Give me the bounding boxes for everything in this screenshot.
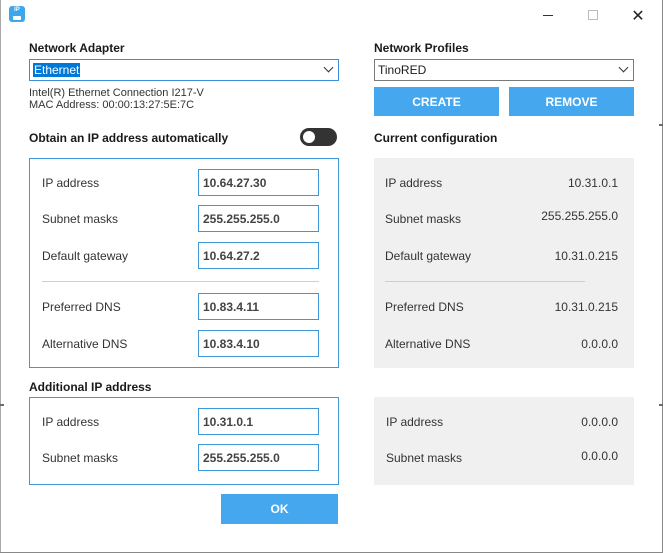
ok-button[interactable]: OK: [221, 494, 338, 524]
obtain-ip-automatically-label: Obtain an IP address automatically: [29, 131, 229, 145]
additional-current-ip-label: IP address: [386, 415, 444, 429]
current-ip-address-label: IP address: [385, 176, 443, 190]
subnet-mask-label: Subnet masks: [42, 212, 119, 226]
additional-ip-heading: Additional IP address: [29, 380, 152, 394]
panel-divider: [385, 281, 585, 282]
additional-subnet-mask-field[interactable]: 255.255.255.0: [198, 444, 319, 471]
current-ip-address-value: 10.31.0.1: [567, 176, 618, 190]
network-profile-value: TinoRED: [378, 63, 427, 77]
maximize-button[interactable]: [570, 0, 616, 30]
close-button[interactable]: ✕: [615, 0, 661, 30]
current-preferred-dns-label: Preferred DNS: [385, 300, 464, 314]
adapter-description: Intel(R) Ethernet Connection I217-V: [29, 87, 204, 99]
panel-divider: [42, 281, 319, 282]
default-gateway-label: Default gateway: [42, 249, 129, 263]
network-profiles-heading: Network Profiles: [374, 41, 469, 55]
edge-tick: [659, 404, 663, 406]
chevron-down-icon: [618, 62, 629, 73]
additional-current-ip-value: 0.0.0.0: [581, 415, 618, 429]
network-app-icon: IP: [9, 6, 25, 22]
chevron-down-icon: [323, 62, 334, 73]
remove-profile-button[interactable]: REMOVE: [509, 87, 634, 116]
subnet-mask-field[interactable]: 255.255.255.0: [198, 205, 319, 232]
window-left-edge: [0, 0, 1, 553]
alternative-dns-field[interactable]: 10.83.4.10: [198, 330, 319, 357]
close-icon: ✕: [631, 5, 645, 25]
minimize-button[interactable]: [525, 0, 571, 30]
current-default-gateway-label: Default gateway: [385, 249, 472, 263]
additional-subnet-mask-label: Subnet masks: [42, 451, 119, 465]
ip-address-label: IP address: [42, 176, 100, 190]
network-adapter-value: Ethernet: [33, 63, 81, 77]
current-preferred-dns-value: 10.31.0.215: [554, 300, 618, 314]
minimize-icon: [543, 14, 553, 16]
edge-tick: [659, 124, 663, 126]
current-alternative-dns-label: Alternative DNS: [385, 337, 471, 351]
default-gateway-field[interactable]: 10.64.27.2: [198, 242, 319, 269]
maximize-icon: [588, 10, 598, 20]
current-default-gateway-value: 10.31.0.215: [554, 249, 618, 263]
create-profile-button[interactable]: CREATE: [374, 87, 499, 116]
current-subnet-mask-value: 255.255.255.0: [541, 209, 618, 223]
toggle-knob: [303, 131, 315, 143]
obtain-ip-automatically-toggle[interactable]: [300, 128, 337, 146]
additional-ip-address-field[interactable]: 10.31.0.1: [198, 408, 319, 435]
current-alternative-dns-value: 0.0.0.0: [581, 337, 618, 351]
current-configuration-heading: Current configuration: [374, 131, 498, 145]
alternative-dns-label: Alternative DNS: [42, 337, 128, 351]
adapter-mac-address: MAC Address: 00:00:13:27:5E:7C: [29, 99, 195, 111]
additional-current-panel: [374, 397, 634, 485]
additional-current-mask-value: 0.0.0.0: [581, 449, 618, 463]
network-adapter-heading: Network Adapter: [29, 41, 125, 55]
preferred-dns-label: Preferred DNS: [42, 300, 121, 314]
current-subnet-mask-label: Subnet masks: [385, 212, 462, 226]
edge-tick: [0, 404, 4, 406]
network-profile-select[interactable]: TinoRED: [374, 59, 634, 81]
additional-current-mask-label: Subnet masks: [386, 451, 463, 465]
additional-ip-address-label: IP address: [42, 415, 100, 429]
preferred-dns-field[interactable]: 10.83.4.11: [198, 293, 319, 320]
ip-address-field[interactable]: 10.64.27.30: [198, 169, 319, 196]
network-adapter-select[interactable]: Ethernet: [29, 59, 339, 81]
